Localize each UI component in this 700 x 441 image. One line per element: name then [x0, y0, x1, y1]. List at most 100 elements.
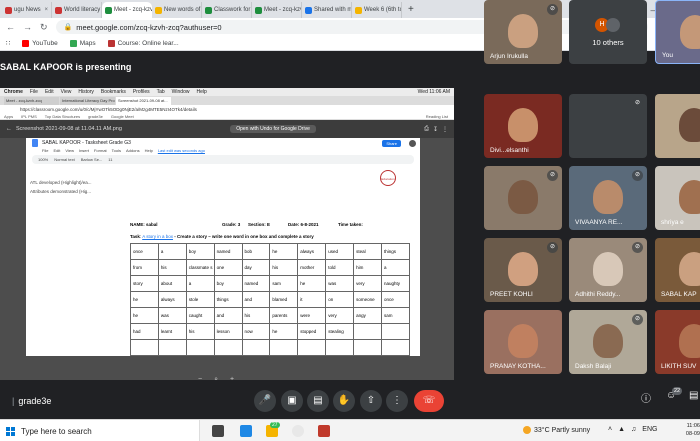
- participant-tile[interactable]: H 10 others: [569, 0, 647, 64]
- volume-icon[interactable]: ♫: [631, 426, 636, 433]
- document-page: SABAL KAPOOR - Tasksheet Grade G3 Share …: [26, 138, 420, 356]
- table-cell: caught: [185, 307, 215, 324]
- captions-button[interactable]: ▤: [307, 390, 329, 412]
- apps-grid-icon[interactable]: ∷: [6, 39, 10, 47]
- tab-favicon-icon: [205, 6, 212, 14]
- browser-tab[interactable]: Shared with me×: [302, 2, 352, 18]
- participant-tile[interactable]: Adhithi Reddy... ⊘: [569, 238, 647, 302]
- participant-tile[interactable]: VIVAANYA RE... ⊘: [569, 166, 647, 230]
- browser-tab[interactable]: New words of the×: [152, 2, 202, 18]
- partly-sunny-icon: [523, 426, 531, 434]
- browser-tab[interactable]: Classwork for Ho×: [202, 2, 252, 18]
- tab-label: New words of the: [164, 7, 201, 13]
- bookmark-item[interactable]: Course: Online lear...: [107, 39, 179, 47]
- mic-button[interactable]: 🎤: [254, 390, 276, 412]
- participant-tile[interactable]: You⊘: [655, 0, 700, 64]
- tab-favicon-icon: [105, 6, 112, 14]
- browser-tab[interactable]: ugu News ×: [2, 2, 52, 18]
- table-cell: once: [130, 243, 159, 260]
- mac-menu-item: View: [60, 89, 72, 95]
- tab-label: World literacy da: [64, 7, 101, 13]
- mic-off-icon: ⊘: [547, 4, 558, 15]
- taskbar-clock[interactable]: 11:06 08-09: [680, 422, 700, 438]
- table-cell: named: [213, 243, 243, 260]
- participant-tile[interactable]: Daksh Balaji ⊘: [569, 310, 647, 374]
- chat-icon[interactable]: ▤: [689, 390, 698, 401]
- school-logo: Education: [380, 170, 396, 186]
- participant-tile[interactable]: ⊘: [655, 94, 700, 158]
- present-button[interactable]: ⇧: [360, 390, 382, 412]
- table-cell: [325, 339, 355, 356]
- camera-button[interactable]: ▣: [281, 390, 303, 412]
- participant-tile[interactable]: Divi...elsanthi: [484, 94, 562, 158]
- taskbar-search[interactable]: Type here to search: [0, 420, 200, 441]
- participant-tile[interactable]: ⊘: [569, 94, 647, 158]
- app-taskbar-icon[interactable]: [318, 425, 330, 437]
- table-cell: told: [325, 259, 355, 276]
- weather-widget[interactable]: 33°C Partly sunny: [523, 426, 590, 434]
- participant-tile[interactable]: shriya e⊘: [655, 166, 700, 230]
- name-label: NAME: sabal: [130, 222, 158, 227]
- doc-toolbar: 100% Normal text Barlow Se... 11: [32, 155, 414, 164]
- table-cell: and: [241, 291, 271, 308]
- back-icon[interactable]: ←: [6, 22, 15, 32]
- network-tray-icon[interactable]: ▲: [618, 426, 625, 433]
- participant-tile[interactable]: SABAL KAP: [655, 238, 700, 302]
- presenting-banner: SABAL KAPOOR is presenting: [0, 62, 132, 72]
- reload-icon[interactable]: ↻: [40, 22, 48, 33]
- browser-tab[interactable]: Meet - zcq-kzvh×: [252, 2, 302, 18]
- participant-tile[interactable]: Arjun Irukulla ⊘: [484, 0, 562, 64]
- bookmark-favicon-icon: [22, 39, 30, 47]
- taskbar-date: 08-09: [685, 431, 700, 437]
- doc-menu-item: Addons: [126, 148, 140, 153]
- bookmark-item[interactable]: YouTube: [22, 39, 58, 47]
- participant-tile[interactable]: LIKITH SUV⊘: [655, 310, 700, 374]
- participant-name: VIVAANYA RE...: [575, 219, 623, 226]
- tab-label: ugu News: [14, 7, 41, 13]
- participant-video: [593, 252, 623, 286]
- participant-name: LIKITH SUV: [661, 363, 697, 370]
- participant-tile[interactable]: PRANAY KOTHA...: [484, 310, 562, 374]
- task-view-icon[interactable]: [212, 425, 224, 437]
- table-cell: [157, 339, 187, 356]
- others-count-label: 10 others: [592, 38, 624, 47]
- language-indicator[interactable]: ENG: [642, 426, 657, 433]
- lock-icon: 🔒: [63, 24, 73, 31]
- participant-video: [508, 252, 538, 286]
- more-options-button[interactable]: ⋮: [386, 390, 408, 412]
- tab-label: Meet - zcq-kzvh: [264, 7, 301, 13]
- browser-tab[interactable]: World literacy da×: [52, 2, 102, 18]
- table-cell: his: [269, 259, 299, 276]
- leave-call-button[interactable]: ☏: [414, 390, 444, 412]
- bookmark-label: YouTube: [32, 39, 58, 47]
- close-tab-icon[interactable]: ×: [44, 7, 48, 13]
- tab-label: Shared with me: [314, 7, 352, 13]
- info-icon[interactable]: ⓘ: [641, 390, 651, 405]
- windows-start-icon[interactable]: [6, 426, 15, 436]
- mac-menu-item: File: [29, 89, 38, 95]
- chrome-taskbar-icon[interactable]: [292, 425, 304, 437]
- tab-favicon-icon: [255, 6, 262, 14]
- table-cell: he: [269, 243, 299, 260]
- open-with-button: Open with Undo for Google Drive: [230, 125, 316, 133]
- browser-tab[interactable]: Meet - zcq-kzv×: [102, 2, 152, 18]
- table-cell: [130, 339, 159, 356]
- browser-tab[interactable]: Week 6 (6th to 1×: [352, 2, 402, 18]
- new-tab-button[interactable]: +: [402, 2, 420, 18]
- story-table: once a boy named bob he always used steal things f…: [130, 243, 410, 356]
- raise-hand-button[interactable]: ✋: [333, 390, 355, 412]
- more-icon: ⋮: [442, 126, 448, 133]
- participant-video: [680, 15, 700, 49]
- outline-item: Attributes demonstrated (Hig...: [30, 189, 92, 194]
- chevron-up-icon[interactable]: ˄: [608, 426, 612, 433]
- table-cell: stopped: [297, 323, 327, 340]
- image-viewer: ← Screenshot 2021-09-08 at 11.04.11 AM.p…: [0, 120, 454, 380]
- doc-menu-item: Insert: [78, 148, 89, 153]
- forward-icon[interactable]: →: [23, 22, 32, 32]
- participant-tile[interactable]: PREET KOHLI ⊘: [484, 238, 562, 302]
- mac-menu-item: Help: [196, 89, 207, 95]
- edge-icon[interactable]: [240, 425, 252, 437]
- tab-favicon-icon: [55, 6, 62, 14]
- participant-tile[interactable]: ⊘: [484, 166, 562, 230]
- bookmark-item[interactable]: Maps: [69, 39, 96, 47]
